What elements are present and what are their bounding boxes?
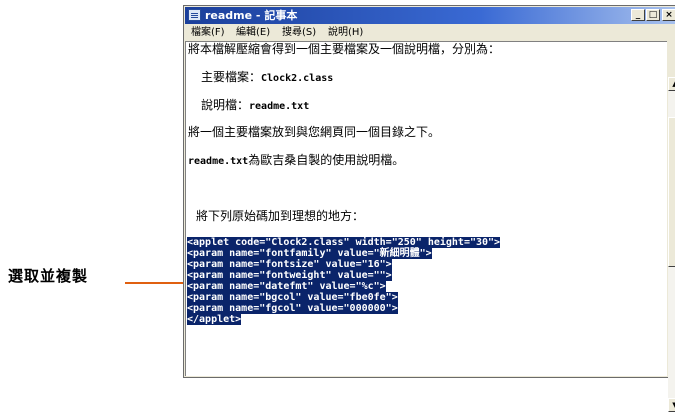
text-line: 主要檔案：Clock2.class — [201, 70, 334, 84]
maximize-button[interactable]: □ — [646, 9, 660, 21]
selected-code-line: <param name="fontsize" value="16"> — [187, 259, 392, 270]
selected-code-line: <param name="fgcol" value="000000"> — [187, 303, 398, 314]
text-line: 將一個主要檔案放到與您網頁同一個目錄之下。 — [188, 125, 441, 139]
scroll-thumb[interactable] — [668, 117, 675, 267]
scroll-up-icon[interactable]: ▲ — [668, 77, 675, 91]
menu-search[interactable]: 搜尋(S) — [282, 26, 316, 39]
text-line: 說明檔：readme.txt — [201, 98, 310, 112]
selected-code-line: <param name="datefmt" value="%c"> — [187, 281, 386, 292]
scroll-down-icon[interactable]: ▼ — [668, 398, 675, 412]
title-bar[interactable]: readme - 記事本 _ □ × — [185, 7, 675, 24]
text-line: 將本檔解壓縮會得到一個主要檔案及一個說明檔，分別為： — [188, 42, 501, 56]
menu-edit[interactable]: 編輯(E) — [236, 26, 270, 39]
menu-help[interactable]: 說明(H) — [328, 26, 363, 39]
vertical-scrollbar[interactable]: ▲ ▼ — [668, 77, 675, 412]
window-title: readme - 記事本 — [205, 9, 298, 22]
annotation-label: 選取並複製 — [8, 267, 89, 285]
text-line: readme.txt為歐吉桑自製的使用說明檔。 — [188, 153, 405, 167]
selected-code-line: <param name="bgcol" value="fbe0fe"> — [187, 292, 398, 303]
annotation-pointer-line — [125, 282, 183, 284]
close-button[interactable]: × — [662, 9, 675, 21]
text-line: 將下列原始碼加到理想的地方： — [196, 209, 365, 223]
notepad-icon — [188, 9, 201, 21]
selected-code-line: <param name="fontweight" value=""> — [187, 270, 392, 281]
selected-code-line: </applet> — [187, 314, 242, 325]
minimize-button[interactable]: _ — [631, 9, 645, 21]
selected-code-line: <param name="fontfamily" value="新細明體"> — [187, 248, 432, 259]
menu-file[interactable]: 檔案(F) — [191, 26, 225, 39]
menu-bar: 檔案(F) 編輯(E) 搜尋(S) 說明(H) — [185, 25, 675, 40]
notepad-window: readme - 記事本 _ □ × 檔案(F) 編輯(E) 搜尋(S) 說明(… — [183, 5, 675, 412]
selected-code-line: <applet code="Clock2.class" width="250" … — [187, 237, 501, 248]
text-area[interactable]: 將本檔解壓縮會得到一個主要檔案及一個說明檔，分別為： 主要檔案：Clock2.c… — [185, 41, 675, 412]
